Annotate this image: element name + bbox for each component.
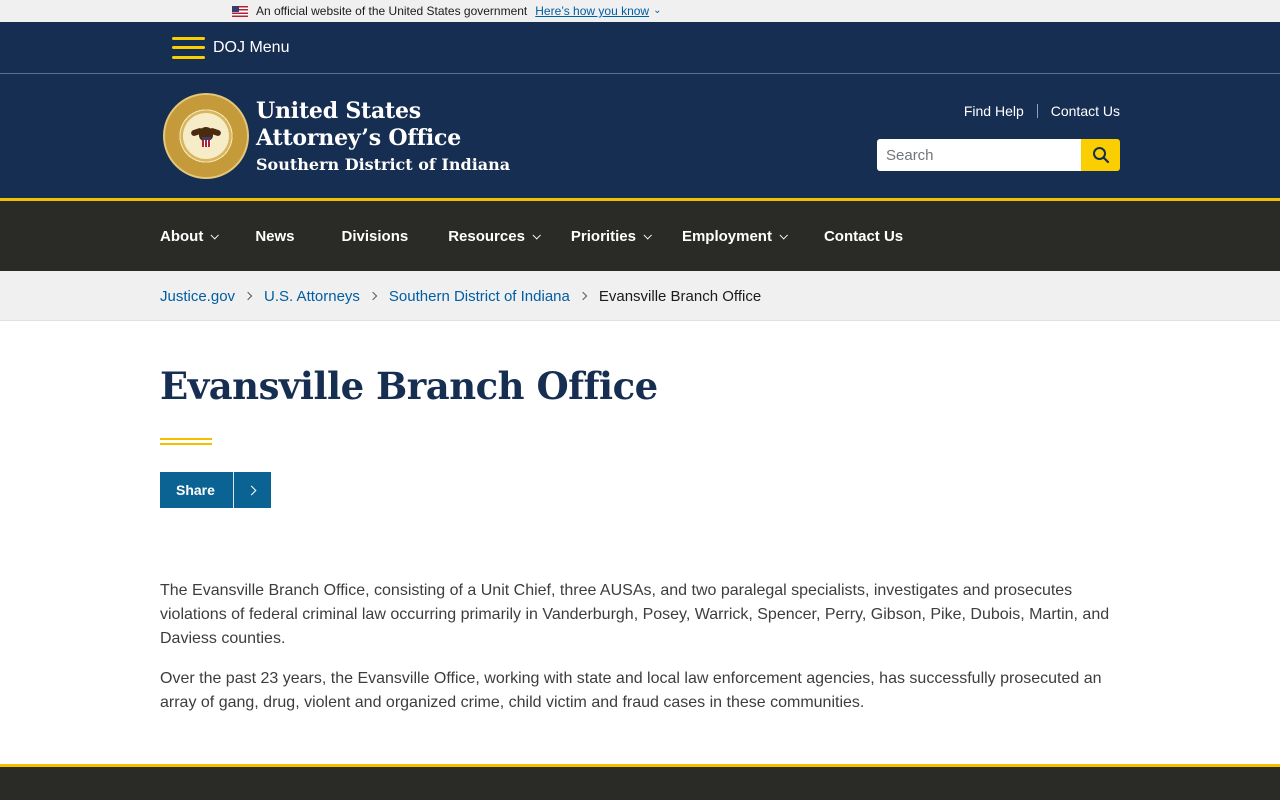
doj-seal-logo[interactable] bbox=[163, 93, 249, 179]
gov-banner: An official website of the United States… bbox=[0, 0, 1280, 22]
chevron-right-icon bbox=[243, 291, 253, 301]
main-nav: About News Divisions Resources Prioritie… bbox=[0, 198, 1280, 271]
breadcrumb-justice-gov[interactable]: Justice.gov bbox=[160, 288, 235, 305]
nav-item-label: News bbox=[255, 227, 295, 245]
nav-item-label: Divisions bbox=[341, 227, 409, 245]
site-footer bbox=[0, 764, 1280, 800]
nav-item-label: About bbox=[160, 227, 204, 245]
breadcrumb-southern-district[interactable]: Southern District of Indiana bbox=[389, 288, 570, 305]
chevron-right-icon bbox=[234, 485, 271, 495]
nav-item-contact-us[interactable]: Contact Us bbox=[824, 228, 903, 245]
body-paragraph: Over the past 23 years, the Evansville O… bbox=[160, 670, 1102, 711]
contact-us-utility-link[interactable]: Contact Us bbox=[1051, 103, 1120, 119]
utility-links: Find Help Contact Us bbox=[964, 103, 1120, 119]
doj-menu-bar: DOJ Menu bbox=[0, 22, 1280, 74]
share-label: Share bbox=[176, 482, 215, 498]
nav-item-label: Priorities bbox=[570, 227, 636, 245]
us-flag-icon bbox=[232, 5, 248, 17]
nav-item-label: Contact Us bbox=[823, 227, 904, 245]
nav-item-label: Employment bbox=[681, 227, 772, 245]
share-button[interactable]: Share bbox=[160, 472, 271, 508]
chevron-right-icon bbox=[368, 291, 378, 301]
title-underline bbox=[160, 438, 212, 445]
chevron-right-icon bbox=[578, 291, 588, 301]
doj-menu-label: DOJ Menu bbox=[213, 38, 290, 56]
breadcrumb-us-attorneys[interactable]: U.S. Attorneys bbox=[264, 288, 360, 305]
find-help-link[interactable]: Find Help bbox=[964, 103, 1024, 119]
search-input[interactable] bbox=[877, 139, 1081, 171]
site-title[interactable]: United States Attorney’s Office Southern… bbox=[256, 98, 510, 178]
page-title: Evansville Branch Office bbox=[160, 364, 658, 408]
site-header: United States Attorney’s Office Southern… bbox=[0, 74, 1280, 198]
search-button[interactable] bbox=[1081, 139, 1120, 171]
doj-menu-button[interactable]: DOJ Menu bbox=[172, 22, 289, 73]
nav-item-resources[interactable]: Resources bbox=[448, 227, 541, 245]
body-paragraph: The Evansville Branch Office, consisting… bbox=[160, 582, 1110, 647]
gov-banner-text: An official website of the United States… bbox=[256, 4, 528, 18]
nav-item-about[interactable]: About bbox=[160, 227, 220, 245]
site-title-line2: Attorney’s Office bbox=[256, 125, 461, 151]
site-title-district: Southern District of Indiana bbox=[256, 155, 511, 174]
nav-item-news[interactable]: News bbox=[255, 228, 294, 245]
nav-item-priorities[interactable]: Priorities bbox=[570, 227, 652, 245]
chevron-down-icon bbox=[210, 231, 220, 240]
site-title-line1: United States bbox=[256, 98, 421, 124]
chevron-down-icon[interactable]: ⌄ bbox=[653, 5, 661, 16]
chevron-down-icon bbox=[779, 231, 788, 240]
utility-divider bbox=[1036, 104, 1038, 118]
hamburger-menu-icon bbox=[172, 36, 205, 59]
heres-how-you-know-link[interactable]: Here’s how you know bbox=[535, 4, 649, 18]
search-icon bbox=[1092, 147, 1109, 164]
nav-item-label: Resources bbox=[448, 227, 525, 245]
breadcrumb-current: Evansville Branch Office bbox=[598, 287, 762, 305]
nav-item-divisions[interactable]: Divisions bbox=[342, 228, 409, 245]
page-body: The Evansville Branch Office, consisting… bbox=[160, 579, 1122, 731]
share-divider bbox=[233, 472, 234, 508]
breadcrumb: Justice.gov U.S. Attorneys Southern Dist… bbox=[0, 271, 1280, 321]
chevron-down-icon bbox=[532, 231, 541, 240]
chevron-down-icon bbox=[643, 231, 652, 240]
nav-item-employment[interactable]: Employment bbox=[681, 227, 788, 245]
search-form bbox=[877, 139, 1120, 171]
eagle-icon bbox=[190, 123, 222, 149]
